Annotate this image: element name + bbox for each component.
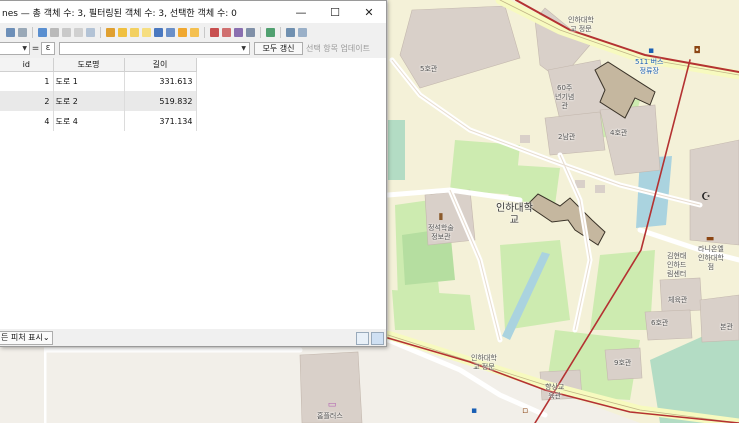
expression-button[interactable]: ε: [41, 42, 55, 55]
table-row[interactable]: 2 도로 2 519.832: [0, 91, 197, 111]
table-view-icon[interactable]: [371, 331, 384, 345]
column-header-id[interactable]: id: [0, 58, 54, 72]
field-select[interactable]: ▼: [0, 42, 30, 55]
cell-id[interactable]: 2: [0, 91, 54, 111]
deselect-icon[interactable]: [142, 27, 151, 37]
cell-road-name[interactable]: 도로 2: [53, 91, 125, 111]
multi-edit-icon[interactable]: [18, 27, 27, 37]
column-header-road-name[interactable]: 도로명: [53, 58, 125, 72]
map-label-library: 정석학술 정보관: [428, 224, 454, 241]
toggle-edit-icon[interactable]: [6, 27, 15, 37]
update-selected-button: 선택 항목 업데이트: [306, 44, 370, 53]
map-label-hall5: 5호관: [420, 65, 438, 73]
library-icon: ▮: [438, 212, 444, 222]
shop-icon: ▭: [327, 400, 337, 410]
map-label-education: 향상교 육관: [545, 383, 565, 400]
window-title: nes — 총 객체 수: 3, 필터링된 객체 수: 3, 선택한 객체 수:…: [2, 8, 237, 19]
map-label-inha-univ: 인하대학 교: [496, 203, 533, 226]
map-label-front-gate: 인하대학 교 정문: [471, 354, 497, 371]
update-all-button[interactable]: 모두 갱신: [254, 42, 303, 55]
map-label-gym: 체육관: [668, 296, 688, 304]
hotel-icon: ▬: [705, 234, 715, 244]
bus-stop-icon: ▪: [647, 46, 655, 56]
cell-id[interactable]: 1: [0, 71, 54, 91]
paste-icon[interactable]: [222, 27, 231, 37]
select-all-icon[interactable]: [118, 27, 127, 37]
zoom-to-selection-icon[interactable]: [190, 27, 199, 37]
column-header-length[interactable]: 길이: [124, 58, 197, 72]
attribute-table[interactable]: id 도로명 길이 1 도로 1 331.613 2 도로 2 519.832 …: [0, 58, 386, 329]
filter-icon[interactable]: [154, 27, 163, 37]
attribute-table-window[interactable]: nes — 총 객체 수: 3, 필터링된 객체 수: 3, 선택한 객체 수:…: [0, 0, 387, 347]
close-button[interactable]: ✕: [352, 1, 386, 23]
toolbar-separator: [280, 26, 281, 38]
add-feature-icon[interactable]: [62, 27, 71, 37]
map-label-homeplus: 홈플러스: [317, 412, 343, 420]
delete-field-icon[interactable]: [246, 27, 255, 37]
cafe-icon: ▫: [521, 406, 529, 416]
map-label-hotel: 라니온엘 인하대학 점: [698, 245, 724, 271]
equals-sign: =: [31, 43, 40, 54]
field-update-bar: ▼ = ε ▼ 모두 갱신 선택 항목 업데이트: [0, 41, 386, 56]
select-expression-icon[interactable]: [106, 27, 115, 37]
toolbar-separator: [100, 26, 101, 38]
map-label-bus-stop: 511 버스 정류장: [635, 58, 664, 75]
map-label-dream-center: 김현태 인하드 림센터: [667, 252, 687, 278]
pan-to-selection-icon[interactable]: [178, 27, 187, 37]
table-row[interactable]: 4 도로 4 371.134: [0, 111, 197, 131]
bottom-bar: 든 피처 표시⌄: [0, 329, 386, 347]
new-field-icon[interactable]: [234, 27, 243, 37]
restaurant-icon: ◘: [693, 46, 701, 56]
move-selection-top-icon[interactable]: [166, 27, 175, 37]
cell-length[interactable]: 371.134: [124, 111, 197, 131]
save-edits-icon[interactable]: [38, 27, 47, 37]
toolbar-separator: [260, 26, 261, 38]
cell-length[interactable]: 519.832: [124, 91, 197, 111]
map-label-hall4: 4호관: [610, 129, 628, 137]
map-label-hall2: 2남관: [558, 133, 576, 141]
worship-icon: ☪: [701, 190, 711, 203]
map-label-hall60: 60주 년기념 관: [555, 84, 575, 110]
cell-road-name[interactable]: 도로 1: [53, 71, 125, 91]
maximize-button[interactable]: ☐: [318, 1, 352, 23]
copy-rows-icon[interactable]: [210, 27, 219, 37]
cut-icon[interactable]: [86, 27, 95, 37]
map-label-main-hall: 본관: [720, 323, 733, 331]
parking-icon: ▪: [470, 406, 478, 416]
map-label-hall9: 9호관: [614, 359, 632, 367]
show-features-dropdown[interactable]: 든 피처 표시⌄: [0, 331, 53, 345]
value-input[interactable]: ▼: [59, 42, 250, 55]
delete-feature-icon[interactable]: [74, 27, 83, 37]
field-calculator-icon[interactable]: [266, 27, 275, 37]
cell-road-name[interactable]: 도로 4: [53, 111, 125, 131]
table-row[interactable]: 1 도로 1 331.613: [0, 71, 197, 91]
title-bar[interactable]: nes — 총 객체 수: 3, 필터링된 객체 수: 3, 선택한 객체 수:…: [0, 1, 386, 23]
form-view-icon[interactable]: [356, 331, 369, 345]
toolbar-separator: [32, 26, 33, 38]
attribute-toolbar: [0, 23, 386, 41]
toolbar-separator: [204, 26, 205, 38]
cell-id[interactable]: 4: [0, 111, 54, 131]
map-label-main-gate: 인하대학 교 정문: [568, 16, 594, 33]
invert-selection-icon[interactable]: [130, 27, 139, 37]
actions-icon[interactable]: [298, 27, 307, 37]
conditional-format-icon[interactable]: [286, 27, 295, 37]
reload-icon[interactable]: [50, 27, 59, 37]
minimize-button[interactable]: —: [284, 1, 318, 23]
cell-length[interactable]: 331.613: [124, 71, 197, 91]
map-label-hall6: 6호관: [651, 319, 669, 327]
